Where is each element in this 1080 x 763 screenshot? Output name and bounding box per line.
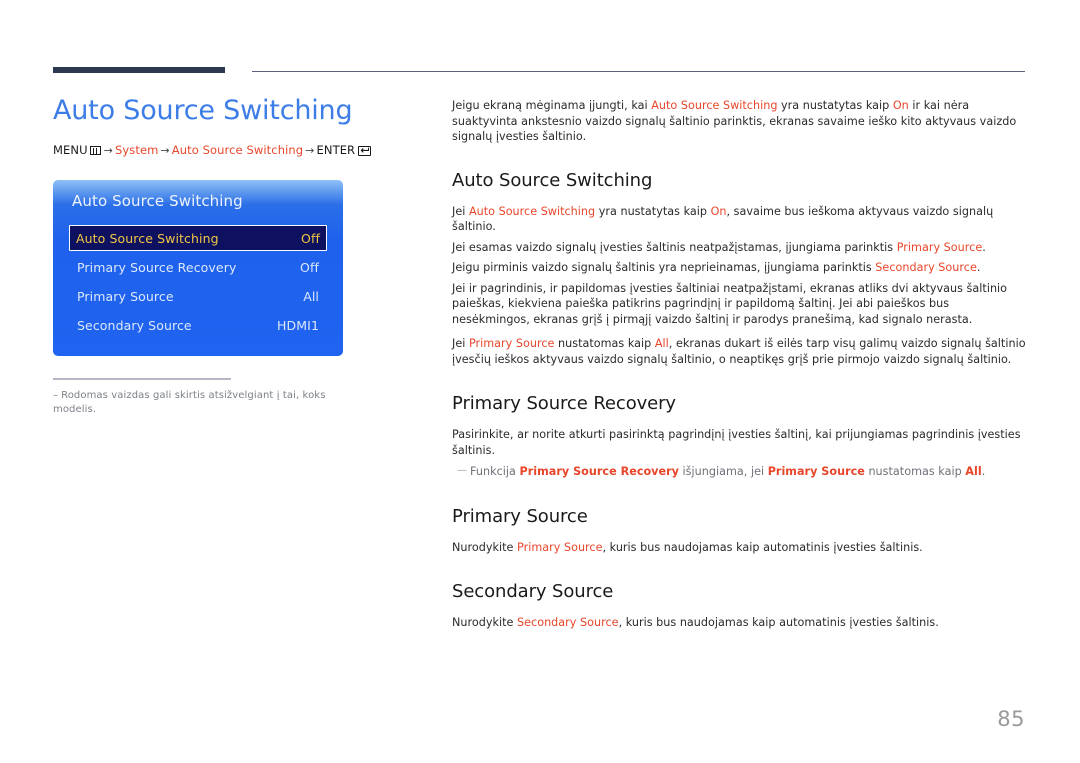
footnote-body: Rodomas vaizdas gali skirtis atsižvelgia… <box>53 390 326 415</box>
osd-row-value: Off <box>300 260 319 275</box>
note-text-b: išjungiama, jei <box>678 465 768 478</box>
left-column: Auto Source Switching MENU → System → Auto S… <box>53 94 413 159</box>
breadcrumb-enter-label: ENTER <box>316 143 356 157</box>
breadcrumb-arrow-1: → <box>103 144 113 157</box>
breadcrumb-arrow-3: → <box>305 144 315 157</box>
section-3-paragraph-0: Nurodykite Secondary Source, kuris bus n… <box>452 615 1027 631</box>
highlight-all: All <box>654 337 669 350</box>
page-number: 85 <box>997 707 1025 731</box>
breadcrumb: MENU → System → Auto Source Switching → ENTER <box>53 142 413 159</box>
note-highlight-primary-source: Primary Source <box>767 465 865 478</box>
section-2-paragraph-0: Nurodykite Primary Source, kuris bus nau… <box>452 540 1027 556</box>
text-b: yra nustatytas kaip <box>595 204 711 218</box>
text-a: Jei <box>452 337 469 350</box>
section-1-note: — Funkcija Primary Source Recovery išjung… <box>452 463 1027 480</box>
breadcrumb-step-auto-source-switching[interactable]: Auto Source Switching <box>172 143 303 157</box>
section-heading-auto-source-switching: Auto Source Switching <box>452 169 653 191</box>
text-b: . <box>982 240 986 254</box>
osd-row-auto-source-switching[interactable]: Auto Source Switching Off <box>69 225 327 251</box>
highlight-primary-source: Primary Source <box>517 540 603 554</box>
osd-row-secondary-source[interactable]: Secondary Source HDMI1 <box>71 311 325 340</box>
section-heading-primary-source-recovery: Primary Source Recovery <box>452 393 676 414</box>
osd-row-value: Off <box>301 230 320 246</box>
osd-row-label: Secondary Source <box>77 318 192 333</box>
note-text-a: Funkcija <box>470 465 520 478</box>
text-a: Nurodykite <box>452 616 518 629</box>
right-column: Jeigu ekraną mėginama įjungti, kai Auto … <box>452 98 1027 640</box>
section-0-paragraph-1: Jei esamas vaizdo signalų įvesties šalti… <box>452 240 1027 256</box>
page-title: Auto Source Switching <box>53 95 353 126</box>
osd-panel-title: Auto Source Switching <box>72 192 243 210</box>
osd-row-primary-source-recovery[interactable]: Primary Source Recovery Off <box>71 253 325 282</box>
note-dash-mark: — <box>457 465 468 476</box>
highlight-auto-source-switching: Auto Source Switching <box>468 204 596 218</box>
osd-row-value: All <box>303 289 319 304</box>
osd-row-primary-source[interactable]: Primary Source All <box>71 282 325 311</box>
text-a: Jeigu pirminis vaizdo signalų šaltinis y… <box>452 261 876 274</box>
intro-highlight-on: On <box>892 99 909 112</box>
osd-menu-panel[interactable]: Auto Source Switching Auto Source Switch… <box>53 180 343 356</box>
osd-row-value: HDMI1 <box>277 318 319 333</box>
osd-row-label: Primary Source Recovery <box>77 260 237 275</box>
note-highlight-primary-source-recovery: Primary Source Recovery <box>519 465 679 478</box>
intro-highlight-auto-source-switching: Auto Source Switching <box>651 99 778 112</box>
breadcrumb-menu-label: MENU <box>53 143 88 157</box>
enter-key-icon <box>358 145 372 156</box>
text-a: Jei esamas vaizdo signalų įvesties šalti… <box>452 240 897 254</box>
note-highlight-all: All <box>965 465 982 478</box>
note-text-c: nustatomas kaip <box>864 465 966 478</box>
highlight-primary-source: Primary Source <box>896 240 983 254</box>
text-b: , kuris bus naudojamas kaip automatinis … <box>602 540 923 554</box>
text-b: , kuris bus naudojamas kaip automatinis … <box>618 616 939 629</box>
left-footnote: – Rodomas vaizdas gali skirtis atsižvelgi… <box>53 378 353 417</box>
highlight-secondary-source: Secondary Source <box>517 616 619 629</box>
text-b: . <box>976 261 981 274</box>
breadcrumb-step-system[interactable]: System <box>115 143 158 157</box>
footnote-text: – Rodomas vaizdas gali skirtis atsižvelgi… <box>53 389 353 417</box>
section-1-paragraph-0: Pasirinkite, ar norite atkurti pasirinkt… <box>452 428 1021 457</box>
section-heading-primary-source: Primary Source <box>452 505 588 527</box>
highlight-on: On <box>710 204 727 218</box>
menu-grid-icon <box>89 146 101 155</box>
header-rules <box>53 67 1025 75</box>
section-0-paragraph-2: Jeigu pirminis vaizdo signalų šaltinis y… <box>452 260 1027 276</box>
osd-row-label: Primary Source <box>77 289 174 304</box>
header-rule-thick <box>53 67 225 73</box>
footnote-divider <box>53 378 231 380</box>
footnote-dash: – <box>53 390 59 401</box>
header-rule-thin <box>252 71 1025 72</box>
note-text-d: . <box>981 465 986 478</box>
text-b: nustatomas kaip <box>554 337 655 350</box>
osd-menu-list: Auto Source Switching Off Primary Source… <box>53 224 343 340</box>
breadcrumb-arrow-2: → <box>160 144 170 157</box>
intro-paragraph: Jeigu ekraną mėginama įjungti, kai Auto … <box>452 98 1027 145</box>
section-0-paragraph-4: Jei Primary Source nustatomas kaip All, … <box>452 336 1027 367</box>
intro-text-b: yra nustatytas kaip <box>777 99 893 112</box>
section-0-paragraph-0: Jei Auto Source Switching yra nustatytas… <box>452 204 1027 235</box>
section-heading-secondary-source: Secondary Source <box>452 581 614 602</box>
highlight-secondary-source: Secondary Source <box>875 261 977 274</box>
section-0-paragraph-3: Jei ir pagrindinis, ir papildomas įvesti… <box>452 281 1008 326</box>
highlight-primary-source: Primary Source <box>468 337 555 350</box>
osd-row-label: Auto Source Switching <box>76 230 219 246</box>
text-a: Nurodykite <box>452 540 518 554</box>
intro-text-a: Jeigu ekraną mėginama įjungti, kai <box>452 99 652 112</box>
text-a: Jei <box>452 204 469 218</box>
